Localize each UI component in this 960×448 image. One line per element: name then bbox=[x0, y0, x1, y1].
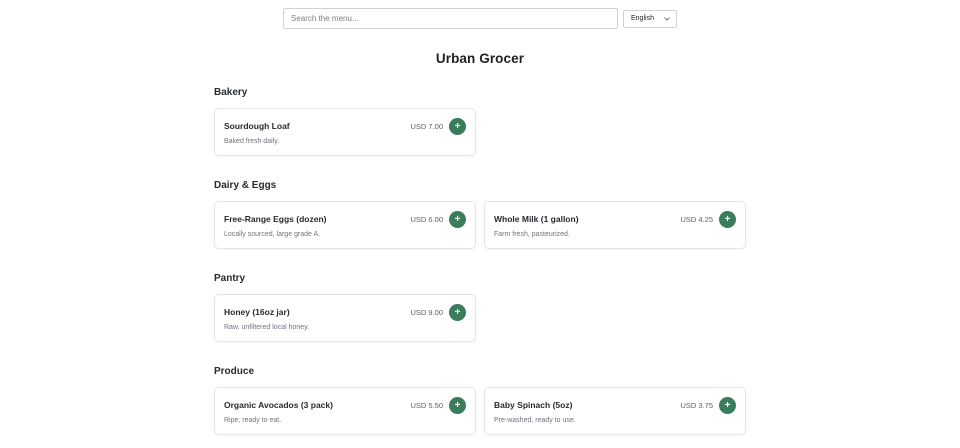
item-price: USD 3.75 bbox=[680, 401, 713, 410]
item-price: USD 7.00 bbox=[410, 122, 443, 131]
add-to-cart-button[interactable]: + bbox=[719, 211, 736, 228]
section-heading-produce: Produce bbox=[214, 366, 255, 377]
menu-item-card: Free-Range Eggs (dozen) Locally sourced,… bbox=[214, 201, 476, 249]
item-name: Sourdough Loaf bbox=[224, 121, 290, 131]
item-name: Organic Avocados (3 pack) bbox=[224, 400, 333, 410]
menu-item-card: Honey (16oz jar) Raw, unfiltered local h… bbox=[214, 294, 476, 342]
add-to-cart-button[interactable]: + bbox=[449, 118, 466, 135]
search-input[interactable] bbox=[291, 14, 610, 23]
item-description: Farm fresh, pasteurized. bbox=[494, 231, 570, 238]
item-name: Free-Range Eggs (dozen) bbox=[224, 214, 327, 224]
section-heading-dairy-eggs: Dairy & Eggs bbox=[214, 180, 277, 191]
add-to-cart-button[interactable]: + bbox=[449, 397, 466, 414]
item-price: USD 4.25 bbox=[680, 215, 713, 224]
menu-item-card: Whole Milk (1 gallon) Farm fresh, pasteu… bbox=[484, 201, 746, 249]
item-description: Baked fresh daily. bbox=[224, 138, 280, 145]
language-select-value: English bbox=[631, 15, 654, 22]
item-name: Whole Milk (1 gallon) bbox=[494, 214, 579, 224]
top-bar: English bbox=[283, 8, 677, 29]
menu-item-card: Baby Spinach (5oz) Pre-washed, ready to … bbox=[484, 387, 746, 435]
item-price: USD 9.00 bbox=[410, 308, 443, 317]
item-name: Baby Spinach (5oz) bbox=[494, 400, 573, 410]
item-name: Honey (16oz jar) bbox=[224, 307, 290, 317]
item-description: Pre-washed, ready to use. bbox=[494, 417, 576, 424]
item-price: USD 6.00 bbox=[410, 215, 443, 224]
store-title: Urban Grocer bbox=[435, 51, 525, 66]
item-price: USD 5.50 bbox=[410, 401, 443, 410]
menu-item-card: Sourdough Loaf Baked fresh daily. USD 7.… bbox=[214, 108, 476, 156]
section-heading-pantry: Pantry bbox=[214, 273, 246, 284]
add-to-cart-button[interactable]: + bbox=[449, 304, 466, 321]
language-select[interactable]: English bbox=[623, 9, 677, 28]
add-to-cart-button[interactable]: + bbox=[719, 397, 736, 414]
search-box[interactable] bbox=[283, 8, 618, 29]
item-description: Locally sourced, large grade A. bbox=[224, 231, 321, 238]
chevron-down-icon bbox=[664, 16, 670, 21]
item-description: Ripe, ready to eat. bbox=[224, 417, 282, 424]
add-to-cart-button[interactable]: + bbox=[449, 211, 466, 228]
menu-item-card: Organic Avocados (3 pack) Ripe, ready to… bbox=[214, 387, 476, 435]
item-description: Raw, unfiltered local honey. bbox=[224, 324, 310, 331]
section-heading-bakery: Bakery bbox=[214, 87, 248, 98]
